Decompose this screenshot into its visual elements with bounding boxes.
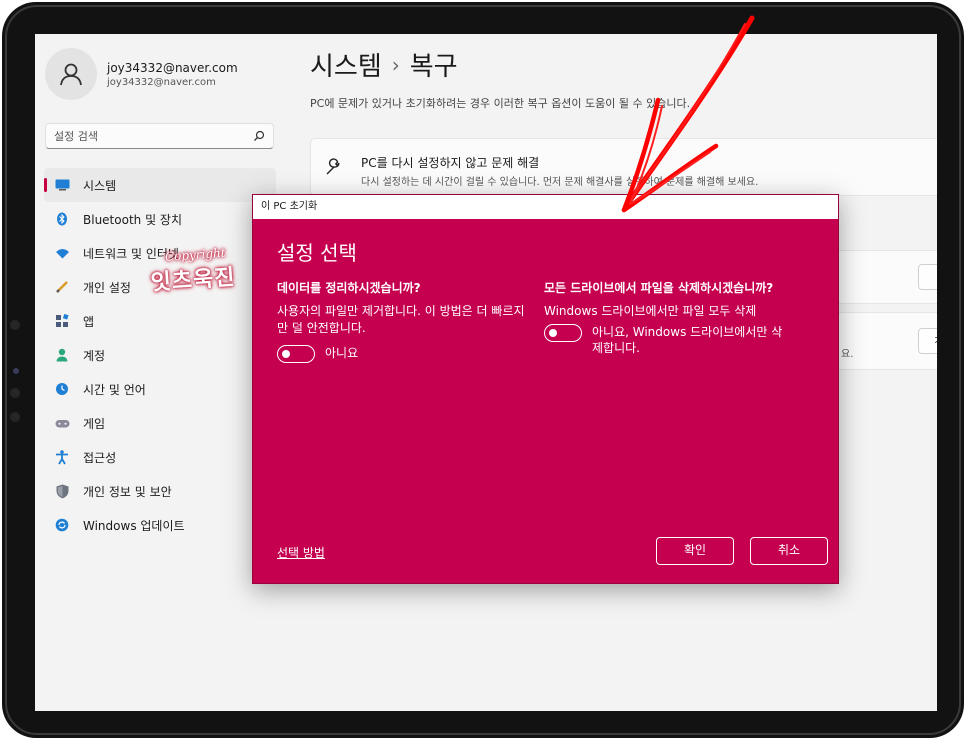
breadcrumb: 시스템 › 복구 bbox=[310, 46, 458, 83]
sidebar-item-accessibility[interactable]: 접근성 bbox=[44, 440, 276, 474]
wrench-icon bbox=[325, 158, 343, 180]
apps-icon bbox=[54, 313, 70, 329]
personalization-icon bbox=[54, 279, 70, 295]
sidebar-item-gaming[interactable]: 게임 bbox=[44, 406, 276, 440]
bluetooth-icon bbox=[54, 211, 70, 227]
delete-all-drives-section: 모든 드라이브에서 파일을 삭제하시겠습니까? Windows 드라이브에서만 … bbox=[544, 279, 824, 356]
sidebar-item-bluetooth[interactable]: Bluetooth 및 장치 bbox=[44, 202, 276, 236]
sidebar-nav: 시스템 Bluetooth 및 장치 네트워크 및 인터넷 개인 설정 앱 계정… bbox=[44, 168, 276, 542]
sidebar: joy34332@naver.com joy34332@naver.com 설정… bbox=[35, 34, 285, 711]
breadcrumb-separator: › bbox=[391, 53, 400, 77]
windows-update-icon bbox=[54, 517, 70, 533]
privacy-shield-icon bbox=[54, 483, 70, 499]
sidebar-item-label: 개인 설정 bbox=[83, 280, 131, 295]
delete-drives-toggle[interactable] bbox=[544, 324, 582, 342]
page-title: 복구 bbox=[409, 52, 458, 82]
clean-data-section: 데이터를 정리하시겠습니까? 사용자의 파일만 제거합니다. 이 방법은 더 빠… bbox=[277, 279, 527, 363]
how-to-choose-link[interactable]: 선택 방법 bbox=[277, 544, 325, 561]
annotation-arrow-icon bbox=[621, 15, 755, 213]
clean-data-description: 사용자의 파일만 제거합니다. 이 방법은 더 빠르지만 덜 안전합니다. bbox=[277, 304, 525, 335]
accounts-icon bbox=[54, 347, 70, 363]
search-icon[interactable] bbox=[253, 130, 265, 142]
sidebar-item-system[interactable]: 시스템 bbox=[44, 168, 276, 202]
user-profile[interactable]: joy34332@naver.com joy34332@naver.com bbox=[45, 48, 238, 100]
clean-data-toggle-label: 아니요 bbox=[325, 346, 359, 360]
troubleshoot-title: PC를 다시 설정하지 않고 문제 해결 bbox=[361, 156, 540, 170]
watermark-author: 잇츠욱진 bbox=[149, 265, 237, 296]
sidebar-item-label: 게임 bbox=[83, 416, 106, 431]
cancel-button[interactable]: 취소 bbox=[750, 537, 828, 565]
sidebar-item-time-language[interactable]: 시간 및 언어 bbox=[44, 372, 276, 406]
toggle-knob bbox=[549, 329, 557, 337]
sidebar-item-windows-update[interactable]: Windows 업데이트 bbox=[44, 508, 276, 542]
network-icon bbox=[54, 245, 70, 261]
system-icon bbox=[54, 177, 70, 193]
delete-drives-question: 모든 드라이브에서 파일을 삭제하시겠습니까? bbox=[544, 281, 774, 295]
sidebar-item-label: 접근성 bbox=[83, 450, 117, 465]
reset-pc-button[interactable] bbox=[918, 264, 937, 290]
sidebar-item-label: 시간 및 언어 bbox=[83, 382, 146, 397]
copyright-watermark: Copyright 잇츠욱진 bbox=[148, 245, 237, 297]
clean-data-question: 데이터를 정리하시겠습니까? bbox=[277, 281, 421, 295]
user-icon bbox=[60, 63, 82, 86]
toggle-knob bbox=[282, 350, 290, 358]
sensor-dot bbox=[13, 368, 19, 374]
gaming-icon bbox=[54, 415, 70, 431]
sidebar-item-label: 계정 bbox=[83, 348, 106, 363]
camera-dot bbox=[10, 412, 20, 422]
camera-dot bbox=[10, 388, 20, 398]
sidebar-item-label: 개인 정보 및 보안 bbox=[83, 484, 172, 499]
sidebar-item-label: 시스템 bbox=[83, 178, 117, 193]
delete-drives-toggle-label: 아니요, Windows 드라이브에서만 삭제합니다. bbox=[592, 325, 783, 355]
dialog-heading: 설정 선택 bbox=[277, 241, 357, 265]
time-language-icon bbox=[54, 381, 70, 397]
confirm-button[interactable]: 확인 bbox=[656, 537, 734, 565]
sidebar-item-label: 앱 bbox=[83, 314, 95, 329]
breadcrumb-parent[interactable]: 시스템 bbox=[310, 52, 382, 82]
reset-pc-dialog: 이 PC 초기화 설정 선택 데이터를 정리하시겠습니까? 사용자의 파일만 제… bbox=[252, 194, 839, 584]
clean-data-toggle[interactable] bbox=[277, 345, 315, 363]
sidebar-item-label: Windows 업데이트 bbox=[83, 518, 185, 533]
avatar bbox=[45, 48, 97, 100]
advanced-startup-button[interactable]: ㅈ bbox=[918, 328, 937, 354]
advanced-startup-subtitle: 요. bbox=[841, 349, 854, 360]
sidebar-item-label: Bluetooth 및 장치 bbox=[83, 212, 183, 227]
accessibility-icon bbox=[54, 449, 70, 465]
search-input[interactable]: 설정 검색 bbox=[45, 123, 274, 149]
search-placeholder: 설정 검색 bbox=[54, 130, 98, 143]
profile-name: joy34332@naver.com bbox=[107, 60, 238, 75]
profile-email: joy34332@naver.com bbox=[107, 76, 216, 88]
sidebar-item-apps[interactable]: 앱 bbox=[44, 304, 276, 338]
delete-drives-description: Windows 드라이브에서만 파일 모두 삭제 bbox=[544, 304, 757, 318]
camera-dot bbox=[10, 320, 20, 330]
sidebar-item-privacy[interactable]: 개인 정보 및 보안 bbox=[44, 474, 276, 508]
sidebar-item-accounts[interactable]: 계정 bbox=[44, 338, 276, 372]
